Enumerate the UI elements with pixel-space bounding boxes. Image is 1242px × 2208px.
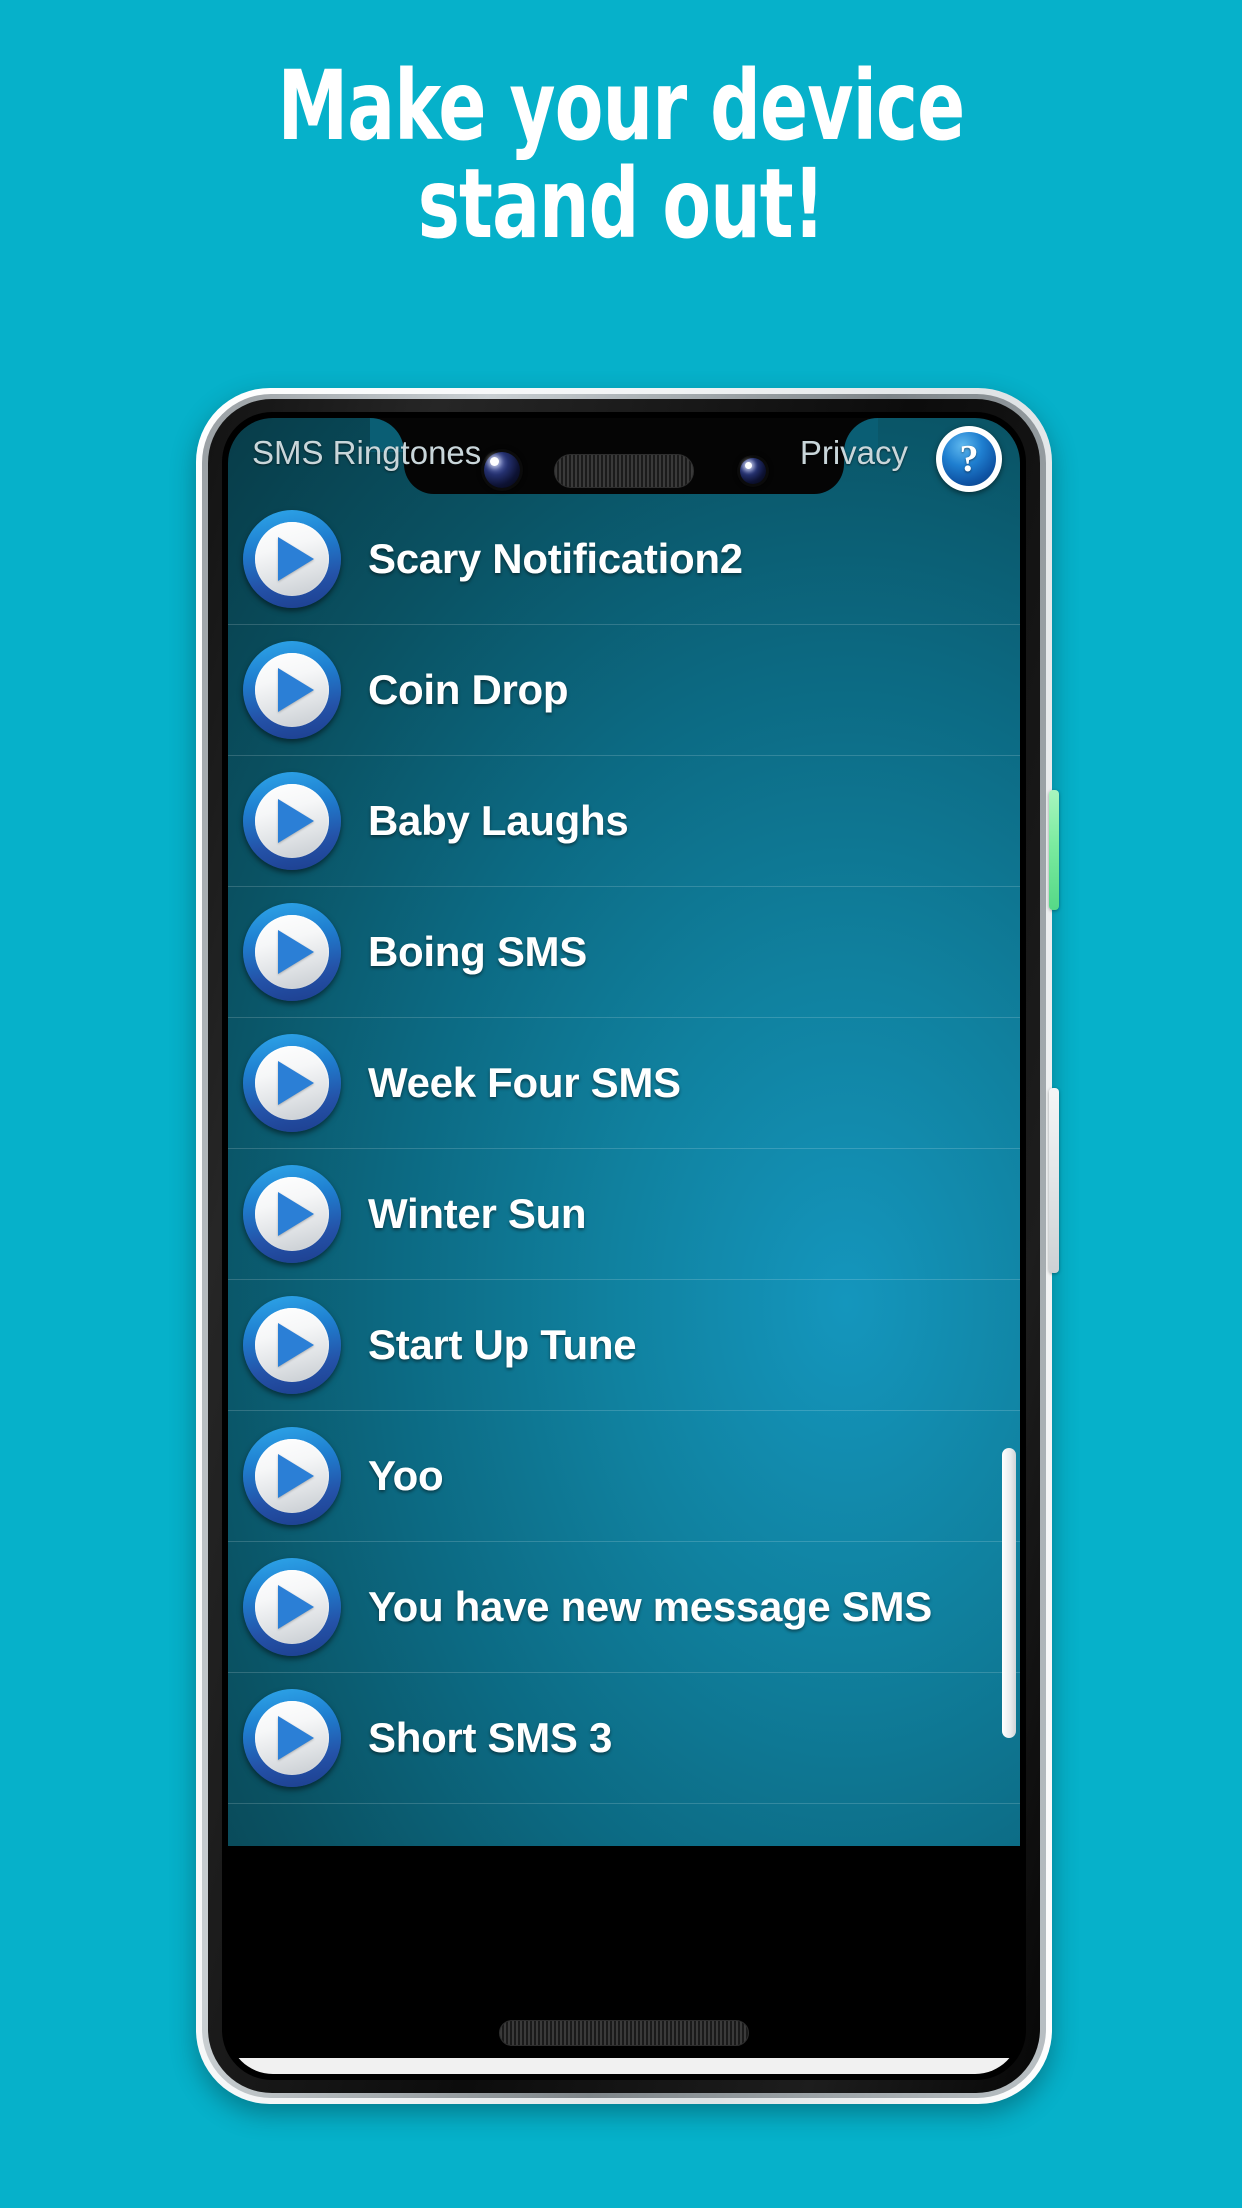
- android-navbar: [228, 2058, 1020, 2074]
- play-triangle-icon: [278, 1192, 314, 1236]
- volume-button[interactable]: [1049, 790, 1059, 910]
- ringtone-name: Short SMS 3: [368, 1714, 613, 1761]
- question-mark-icon: ?: [942, 432, 996, 486]
- play-icon[interactable]: [243, 1558, 341, 1656]
- play-icon[interactable]: [243, 641, 341, 739]
- ringtone-name: Coin Drop: [368, 666, 569, 713]
- promo-headline: Make your device stand out!: [112, 57, 1130, 260]
- promo-headline-line-2: stand out!: [417, 147, 825, 260]
- play-triangle-icon: [278, 1061, 314, 1105]
- help-button[interactable]: ?: [936, 426, 1002, 492]
- power-button[interactable]: [1049, 1088, 1059, 1273]
- app-title: SMS Ringtones: [252, 434, 482, 471]
- play-triangle-icon: [278, 930, 314, 974]
- play-icon-disc: [255, 784, 329, 858]
- phone-glass: SMS Ringtones Privacy ? Scary Notificati…: [222, 412, 1026, 2080]
- ringtone-name: Boing SMS: [368, 928, 587, 975]
- ringtone-name: You have new message SMS: [368, 1583, 932, 1630]
- promo-headline-line-1: Make your device: [277, 50, 966, 162]
- play-icon-disc: [255, 915, 329, 989]
- play-icon[interactable]: [243, 1689, 341, 1787]
- ringtone-name: Winter Sun: [368, 1190, 587, 1237]
- app-surface: SMS Ringtones Privacy ? Scary Notificati…: [228, 418, 1020, 1846]
- play-triangle-icon: [278, 1585, 314, 1629]
- play-icon[interactable]: [243, 903, 341, 1001]
- play-icon-disc: [255, 522, 329, 596]
- ringtone-list[interactable]: Scary Notification2 Coin Drop Baby Laughs B…: [228, 494, 1020, 1804]
- privacy-link[interactable]: Privacy: [800, 434, 908, 472]
- ringtone-row[interactable]: Winter Sun: [228, 1149, 1020, 1280]
- ringtone-row[interactable]: Week Four SMS: [228, 1018, 1020, 1149]
- play-icon-disc: [255, 1439, 329, 1513]
- play-triangle-icon: [278, 1716, 314, 1760]
- play-icon-disc: [255, 1308, 329, 1382]
- phone-screen: SMS Ringtones Privacy ? Scary Notificati…: [228, 418, 1020, 2074]
- ringtone-row[interactable]: Baby Laughs: [228, 756, 1020, 887]
- app-topbar: SMS Ringtones Privacy ?: [228, 418, 1020, 494]
- play-triangle-icon: [278, 1454, 314, 1498]
- ringtone-row[interactable]: Yoo: [228, 1411, 1020, 1542]
- ringtone-row[interactable]: Short SMS 3: [228, 1673, 1020, 1804]
- play-icon[interactable]: [243, 510, 341, 608]
- phone-mockup: SMS Ringtones Privacy ? Scary Notificati…: [196, 388, 1059, 2104]
- play-icon[interactable]: [243, 1165, 341, 1263]
- play-icon-disc: [255, 1046, 329, 1120]
- ringtone-row[interactable]: You have new message SMS: [228, 1542, 1020, 1673]
- play-icon[interactable]: [243, 1427, 341, 1525]
- play-icon-disc: [255, 1570, 329, 1644]
- list-scrollbar[interactable]: [1002, 1448, 1016, 1738]
- play-icon-disc: [255, 1701, 329, 1775]
- play-icon[interactable]: [243, 772, 341, 870]
- ringtone-name: Start Up Tune: [368, 1321, 637, 1368]
- ringtone-name: Yoo: [368, 1452, 444, 1499]
- ringtone-row[interactable]: Start Up Tune: [228, 1280, 1020, 1411]
- ringtone-name: Scary Notification2: [368, 535, 743, 582]
- play-icon[interactable]: [243, 1034, 341, 1132]
- ringtone-name: Baby Laughs: [368, 797, 629, 844]
- ringtone-row[interactable]: Coin Drop: [228, 625, 1020, 756]
- ringtone-row[interactable]: Scary Notification2: [228, 494, 1020, 625]
- play-triangle-icon: [278, 668, 314, 712]
- ringtone-name: Week Four SMS: [368, 1059, 681, 1106]
- play-icon[interactable]: [243, 1296, 341, 1394]
- play-triangle-icon: [278, 799, 314, 843]
- play-triangle-icon: [278, 1323, 314, 1367]
- bottom-speaker-grille: [499, 2020, 749, 2046]
- ringtone-row[interactable]: Boing SMS: [228, 887, 1020, 1018]
- play-icon-disc: [255, 1177, 329, 1251]
- play-icon-disc: [255, 653, 329, 727]
- play-triangle-icon: [278, 537, 314, 581]
